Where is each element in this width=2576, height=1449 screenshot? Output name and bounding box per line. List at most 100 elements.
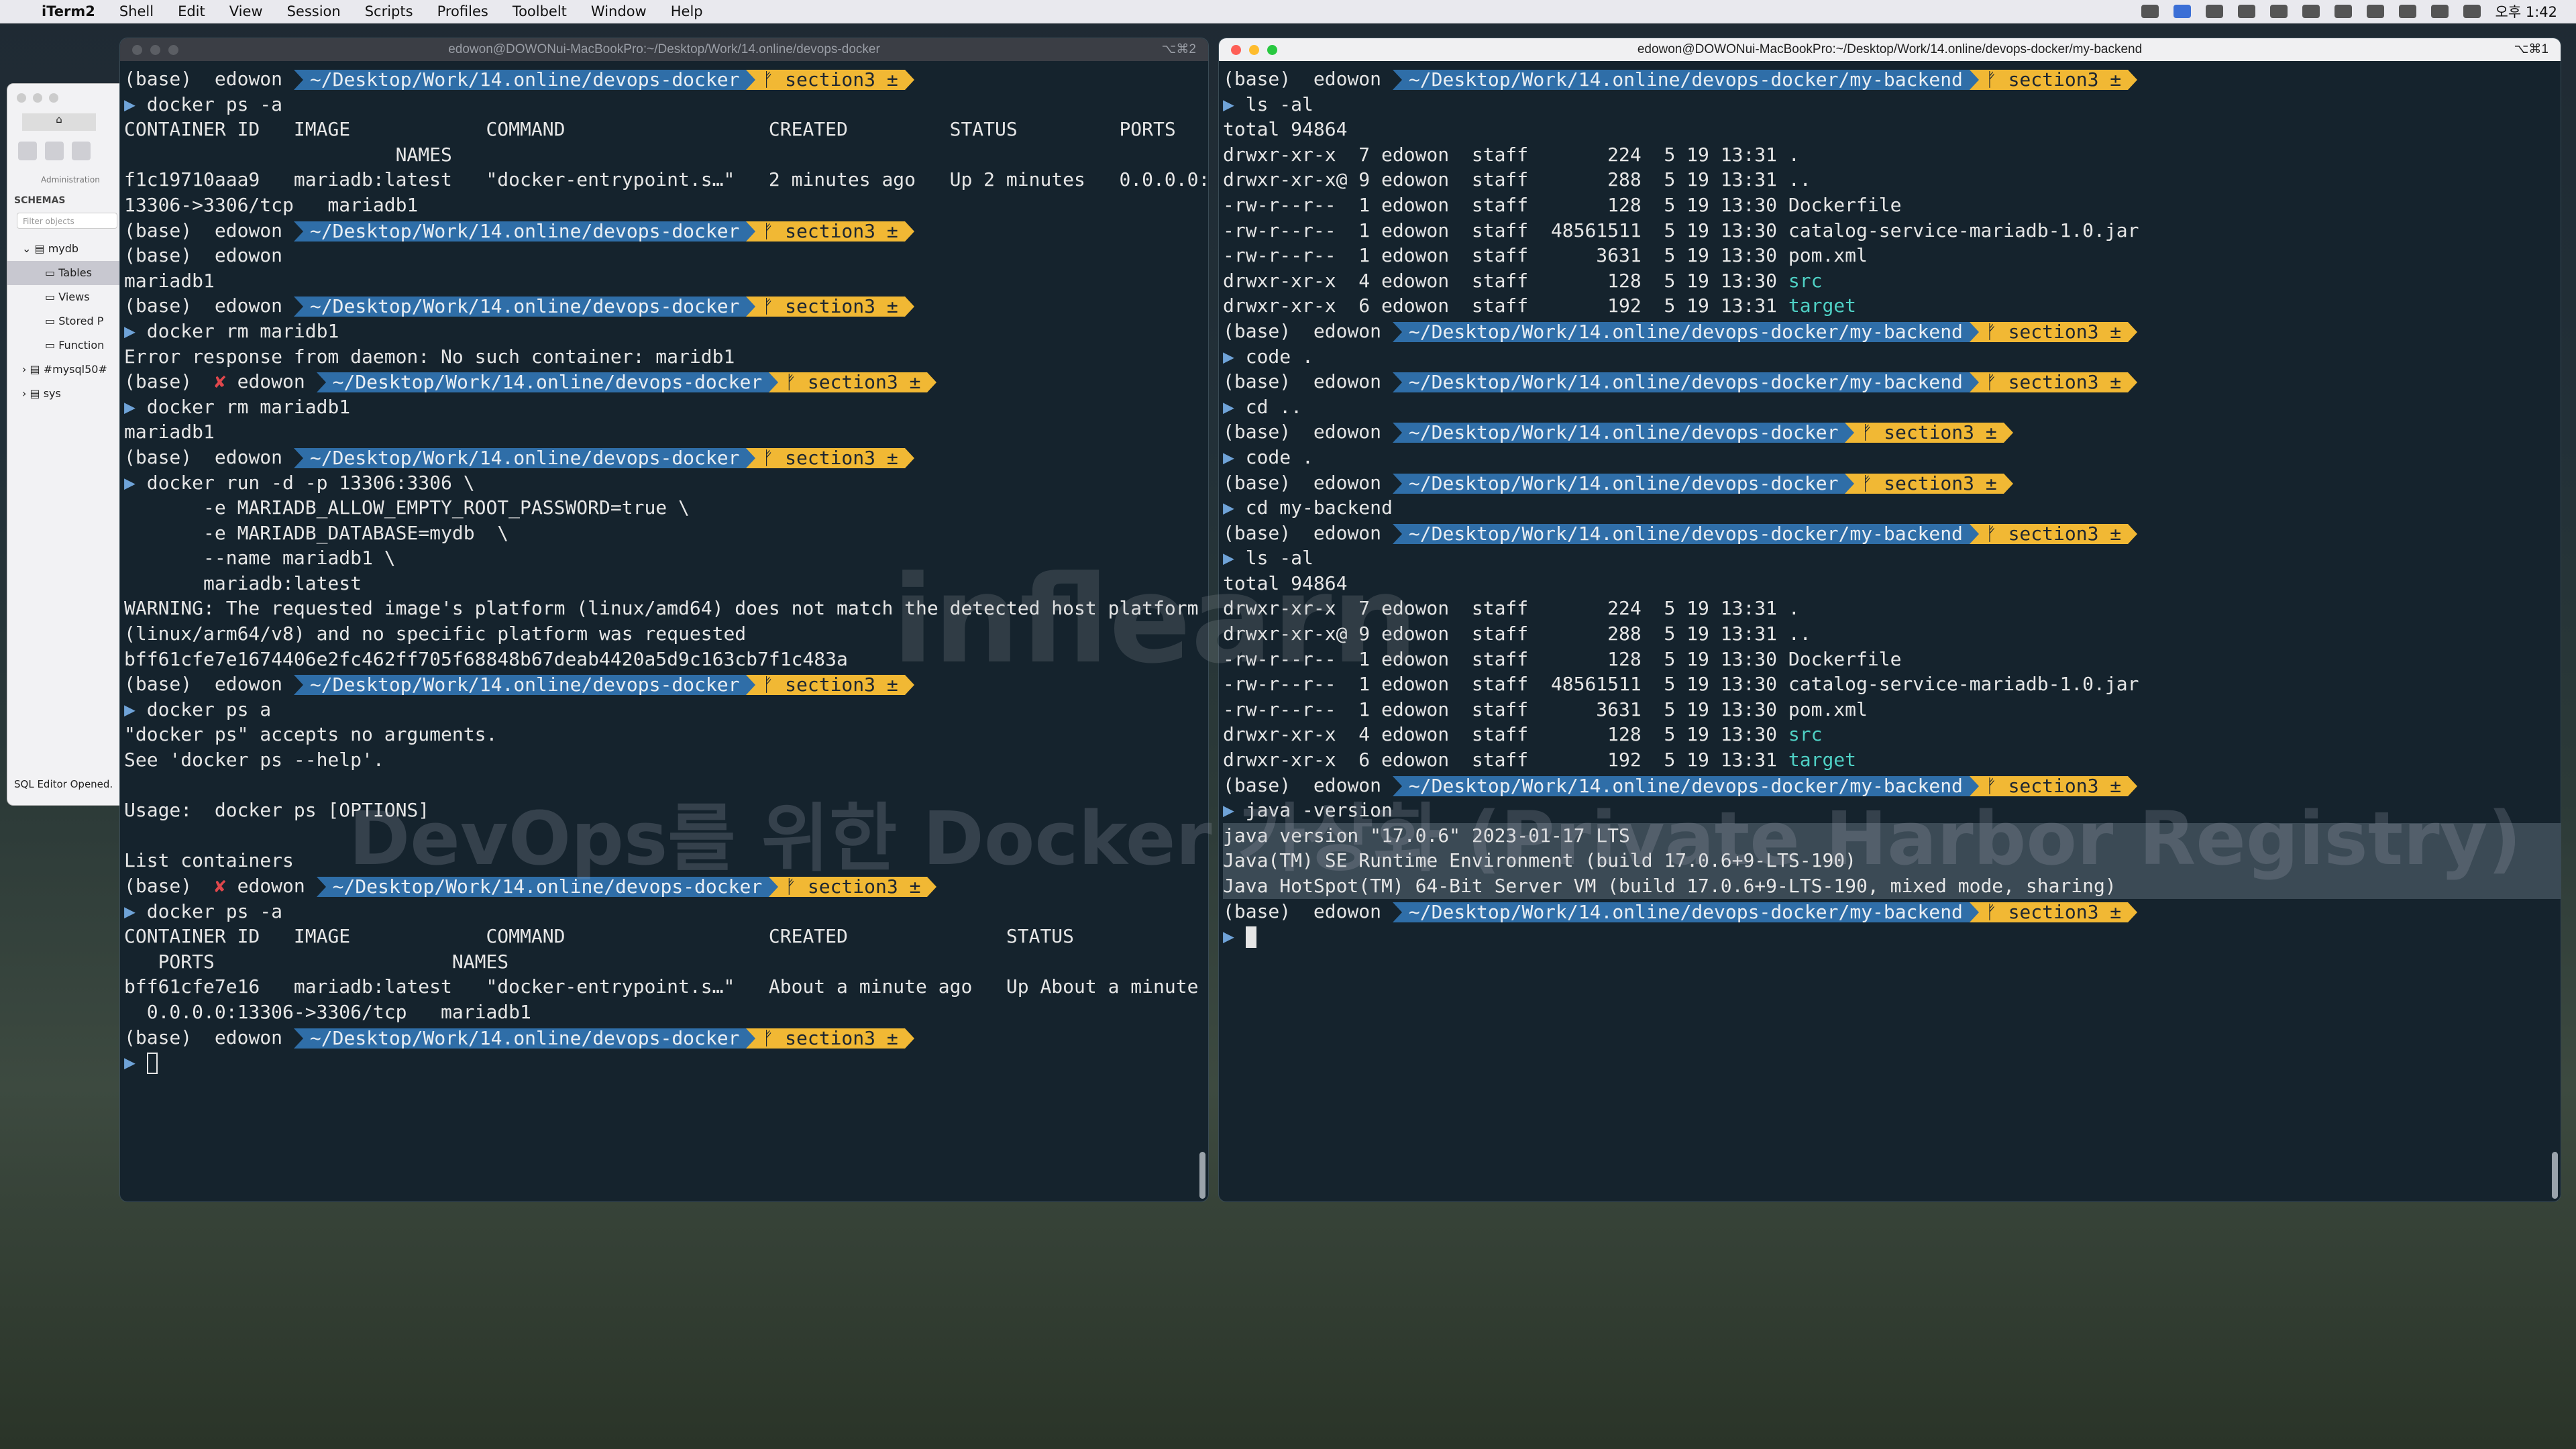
output-text: 13306->3306/tcp mariadb1 <box>124 193 419 216</box>
window-shortcut: ⌥⌘2 <box>1161 42 1196 56</box>
text-cursor[interactable] <box>1245 926 1256 949</box>
window-minimize-button[interactable] <box>33 93 42 103</box>
powerline-arrow-icon <box>1969 902 1979 922</box>
new-sql-tab-icon[interactable] <box>18 142 37 160</box>
menu-item[interactable]: Toolbelt <box>513 3 567 19</box>
input-source-icon[interactable] <box>2334 5 2352 18</box>
menu-item[interactable]: Profiles <box>437 3 488 19</box>
window-close-button[interactable] <box>1231 45 1241 55</box>
scrollbar[interactable] <box>2552 1152 2558 1199</box>
terminal-line: drwxr-xr-x@ 9 edowon staff 288 5 19 13:3… <box>1223 167 2561 193</box>
tree-node-stored-procedures[interactable]: ▭ Stored P <box>7 309 127 333</box>
schema-node-sys[interactable]: › ▤ sys <box>7 382 127 406</box>
home-tab[interactable]: ⌂ <box>22 113 96 131</box>
menu-app-name[interactable]: iTerm2 <box>42 3 95 19</box>
prompt-line: (base) ✘ edowon ~/Desktop/Work/14.online… <box>124 369 1208 394</box>
status-app-icon[interactable] <box>2141 5 2159 18</box>
time-machine-icon[interactable] <box>2302 5 2320 18</box>
terminal-line: -rw-r--r-- 1 edowon staff 128 5 19 13:30… <box>1223 193 2561 218</box>
administration-tab[interactable]: Administration <box>41 175 100 184</box>
folder-icon: ▭ <box>45 339 56 352</box>
powerline-arrow-icon <box>293 221 303 241</box>
powerline-arrow-icon <box>1392 70 1402 90</box>
tree-node-tables[interactable]: ▭ Tables <box>7 261 127 285</box>
powerline-arrow-icon <box>1845 423 1855 443</box>
terminal-output[interactable]: (base) edowon ~/Desktop/Work/14.online/d… <box>120 61 1208 1075</box>
powerline-arrow-icon <box>746 1028 756 1049</box>
camera-icon[interactable] <box>2237 5 2255 18</box>
terminal-line: List containers <box>124 848 1208 873</box>
terminal-output[interactable]: (base) edowon ~/Desktop/Work/14.online/d… <box>1219 61 2561 949</box>
tree-node-views[interactable]: ▭ Views <box>7 285 127 309</box>
wifi-icon[interactable] <box>2398 5 2416 18</box>
window-zoom-button[interactable] <box>168 45 178 55</box>
menubar-clock[interactable]: 오후 1:42 <box>2496 1 2557 21</box>
control-center-icon[interactable] <box>2463 5 2481 18</box>
powerline-arrow-icon <box>904 1028 914 1049</box>
menu-item[interactable]: Window <box>591 3 647 19</box>
prompt-chevron-icon: ▶ <box>1223 345 1246 368</box>
command-text: ls -al <box>1245 547 1313 570</box>
terminal-window-right[interactable]: edowon@DOWONui-MacBookPro:~/Desktop/Work… <box>1218 38 2561 1202</box>
command-line: ▶ docker rm mariadb1 <box>124 394 1208 420</box>
battery-icon[interactable] <box>2366 5 2384 18</box>
schema-tree: ⌄ ▤ mydb ▭ Tables ▭ Views ▭ Stored P ▭ F… <box>7 237 127 406</box>
menu-item[interactable]: Edit <box>178 3 205 19</box>
menu-item[interactable]: View <box>229 3 263 19</box>
terminal-line: total 94864 <box>1223 571 2561 596</box>
filter-objects-input[interactable]: Filter objects <box>17 213 117 229</box>
schema-node-mysql50[interactable]: › ▤ #mysql50# <box>7 358 127 382</box>
window-minimize-button[interactable] <box>150 45 160 55</box>
prompt-line: (base) edowon ~/Desktop/Work/14.online/d… <box>124 1025 1208 1051</box>
search-icon[interactable] <box>2430 5 2449 18</box>
schema-node-mydb[interactable]: ⌄ ▤ mydb <box>7 237 127 261</box>
prompt-chevron-icon: ▶ <box>124 395 147 418</box>
terminal-title-bar[interactable]: edowon@DOWONui-MacBookPro:~/Desktop/Work… <box>120 38 1208 61</box>
prompt-line: (base) edowon ~/Desktop/Work/14.online/d… <box>1223 369 2561 394</box>
powerline-arrow-icon <box>2128 70 2138 90</box>
status-app-icon[interactable] <box>2205 5 2223 18</box>
prompt-user: edowon <box>214 294 283 317</box>
prompt-chevron-icon: ▶ <box>124 1051 147 1074</box>
prompt-path: ~/Desktop/Work/14.online/devops-docker <box>303 297 747 317</box>
inspector-icon[interactable] <box>72 142 91 160</box>
terminal-line: drwxr-xr-x 4 edowon staff 128 5 19 13:30… <box>1223 268 2561 294</box>
output-text: java version "17.0.6" 2023-01-17 LTS <box>1223 824 1630 847</box>
scrollbar[interactable] <box>1199 1152 1205 1199</box>
window-close-button[interactable] <box>132 45 142 55</box>
text-cursor[interactable] <box>146 1053 158 1075</box>
prompt-base: (base) <box>124 673 193 696</box>
terminal-title-bar[interactable]: edowon@DOWONui-MacBookPro:~/Desktop/Work… <box>1219 38 2561 61</box>
window-zoom-button[interactable] <box>49 93 58 103</box>
command-line: ▶ docker ps a <box>124 697 1208 722</box>
output-text: drwxr-xr-x 6 edowon staff 192 5 19 13:31 <box>1223 749 1788 771</box>
menu-bar: iTerm2 Shell Edit View Session Scripts P… <box>0 0 2576 23</box>
prompt-line: (base) edowon ~/Desktop/Work/14.online/d… <box>124 672 1208 697</box>
window-zoom-button[interactable] <box>1267 45 1277 55</box>
terminal-line: drwxr-xr-x 6 edowon staff 192 5 19 13:31… <box>1223 747 2561 773</box>
chevron-right-icon: › <box>22 387 27 400</box>
powerline-arrow-icon <box>769 372 779 393</box>
prompt-path: ~/Desktop/Work/14.online/devops-docker <box>325 372 769 393</box>
terminal-line: bff61cfe7e16 mariadb:latest "docker-entr… <box>124 974 1208 1000</box>
window-minimize-button[interactable] <box>1249 45 1259 55</box>
powerline-arrow-icon <box>293 675 303 696</box>
menu-item[interactable]: Session <box>287 3 341 19</box>
powerline-arrow-icon <box>1969 70 1979 90</box>
screen-share-icon[interactable] <box>2173 5 2191 18</box>
terminal-window-left[interactable]: edowon@DOWONui-MacBookPro:~/Desktop/Work… <box>119 38 1209 1202</box>
prompt-base: (base) <box>124 445 193 468</box>
menu-item[interactable]: Help <box>671 3 703 19</box>
command-line: ▶ cd my-backend <box>1223 495 2561 521</box>
open-sql-icon[interactable] <box>45 142 64 160</box>
prompt-user: edowon <box>214 1026 283 1049</box>
prompt-chevron-icon: ▶ <box>124 471 147 494</box>
directory-name: target <box>1788 294 1857 317</box>
window-close-button[interactable] <box>17 93 26 103</box>
terminal-title: edowon@DOWONui-MacBookPro:~/Desktop/Work… <box>448 42 880 56</box>
menu-item[interactable]: Scripts <box>365 3 413 19</box>
terminal-line: PORTS NAMES <box>124 949 1208 975</box>
tree-node-functions[interactable]: ▭ Function <box>7 333 127 358</box>
menu-item[interactable]: Shell <box>119 3 154 19</box>
status-app-icon[interactable] <box>2269 5 2288 18</box>
